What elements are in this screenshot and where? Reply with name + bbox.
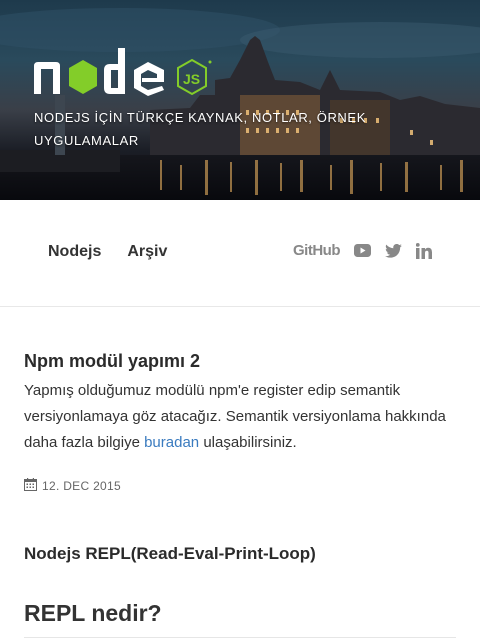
- nav-link-nodejs[interactable]: Nodejs: [48, 243, 101, 261]
- calendar-icon: [24, 478, 37, 494]
- twitter-icon[interactable]: [385, 243, 402, 258]
- post-list: Npm modül yapımı 2 Yapmış olduğumuz modü…: [0, 307, 480, 638]
- post-title[interactable]: Npm modül yapımı 2: [24, 351, 456, 372]
- linkedin-icon[interactable]: [416, 242, 432, 259]
- youtube-icon[interactable]: [354, 244, 371, 257]
- post-item: Npm modül yapımı 2 Yapmış olduğumuz modü…: [24, 351, 456, 494]
- github-link[interactable]: GitHub: [293, 242, 341, 259]
- hero-banner: JS NODEJS İÇİN TÜRKÇE KAYNAK, NOTLAR, ÖR…: [0, 0, 480, 200]
- social-links: GitHub: [293, 242, 432, 259]
- nav-link-arsiv[interactable]: Arşiv: [127, 243, 167, 261]
- excerpt-text-end: ulaşabilirsiniz.: [199, 434, 297, 451]
- post-excerpt: Yapmış olduğumuz modülü npm'e register e…: [24, 378, 456, 456]
- article-heading: REPL nedir?: [24, 600, 456, 638]
- nodejs-logo[interactable]: JS: [34, 46, 214, 101]
- excerpt-link[interactable]: buradan: [144, 434, 199, 451]
- post-item: Nodejs REPL(Read-Eval-Print-Loop) REPL n…: [24, 544, 456, 638]
- post-date: 12. DEC 2015: [24, 478, 456, 494]
- post-title[interactable]: Nodejs REPL(Read-Eval-Print-Loop): [24, 544, 456, 564]
- svg-text:JS: JS: [183, 71, 200, 87]
- nav-links: Nodejs Arşiv: [48, 243, 167, 261]
- post-date-text: 12. DEC 2015: [42, 479, 121, 493]
- main-navbar: Nodejs Arşiv GitHub: [0, 200, 480, 307]
- site-tagline: NODEJS İÇİN TÜRKÇE KAYNAK, NOTLAR, ÖRNEK…: [34, 110, 366, 148]
